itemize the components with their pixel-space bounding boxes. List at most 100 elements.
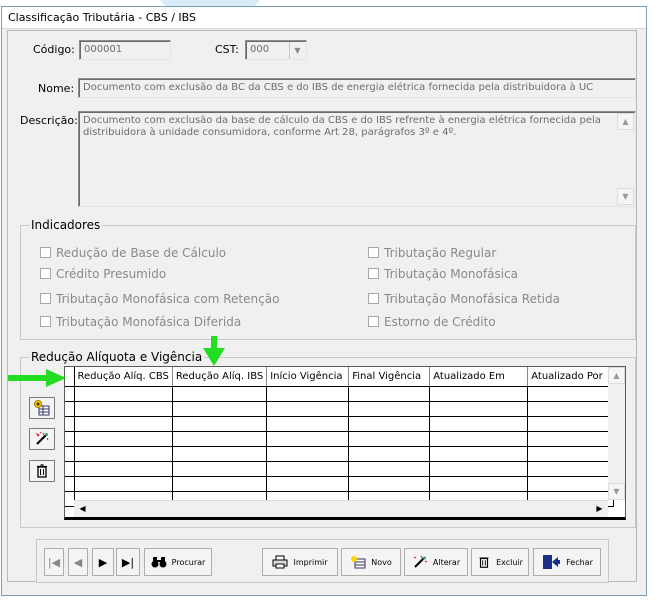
table-cell[interactable] — [527, 416, 615, 432]
table-cell[interactable] — [74, 476, 173, 492]
table-cell[interactable] — [348, 431, 431, 447]
table-cell[interactable] — [348, 416, 431, 432]
chk-monofasica-diferida[interactable]: Tributação Monofásica Diferida — [40, 315, 241, 329]
table-row[interactable] — [65, 446, 615, 462]
col-reducao-cbs[interactable]: Redução Alíq. CBS — [74, 367, 173, 387]
chevron-down-icon[interactable]: ▼ — [289, 42, 305, 59]
table-cell[interactable] — [266, 386, 350, 402]
table-cell[interactable] — [429, 386, 529, 402]
checkbox-icon[interactable] — [368, 316, 379, 327]
chk-credito-presumido[interactable]: Crédito Presumido — [40, 267, 166, 281]
table-cell[interactable] — [74, 416, 173, 432]
scroll-up-icon[interactable]: ▲ — [608, 367, 625, 384]
checkbox-icon[interactable] — [40, 293, 51, 304]
last-record-button[interactable]: ▶| — [116, 548, 140, 576]
table-cell[interactable] — [527, 386, 615, 402]
table-cell[interactable] — [172, 401, 268, 417]
checkbox-icon[interactable] — [368, 268, 379, 279]
chk-monofasica-retencao[interactable]: Tributação Monofásica com Retenção — [40, 292, 279, 306]
checkbox-icon[interactable] — [40, 268, 51, 279]
cst-select[interactable]: 000 ▼ — [245, 40, 307, 60]
first-record-button[interactable]: |◀ — [44, 548, 64, 576]
table-cell[interactable] — [74, 446, 173, 462]
scroll-up-icon[interactable]: ▲ — [617, 113, 634, 130]
table-cell[interactable] — [172, 446, 268, 462]
col-final-vigencia[interactable]: Final Vigência — [348, 367, 431, 387]
table-cell[interactable] — [74, 386, 173, 402]
table-cell[interactable] — [348, 386, 431, 402]
col-inicio-vigencia[interactable]: Início Vigência — [266, 367, 350, 387]
codigo-field[interactable]: 000001 — [79, 40, 171, 60]
checkbox-icon[interactable] — [368, 293, 379, 304]
procurar-button[interactable]: Procurar — [144, 548, 212, 576]
table-row[interactable] — [65, 401, 615, 417]
table-cell[interactable] — [172, 431, 268, 447]
table-cell[interactable] — [527, 401, 615, 417]
nome-field[interactable]: Documento com exclusão da BC da CBS e do… — [78, 78, 636, 98]
table-cell[interactable] — [429, 476, 529, 492]
chk-tributacao-monofasica[interactable]: Tributação Monofásica — [368, 267, 518, 281]
table-cell[interactable] — [429, 446, 529, 462]
checkbox-icon[interactable] — [40, 247, 51, 258]
table-cell[interactable] — [429, 461, 529, 477]
table-cell[interactable] — [348, 446, 431, 462]
table-row[interactable] — [65, 416, 615, 432]
chk-tributacao-regular[interactable]: Tributação Regular — [368, 246, 496, 260]
table-cell[interactable] — [348, 476, 431, 492]
col-atualizado-por[interactable]: Atualizado Por — [527, 367, 615, 387]
reducao-grid[interactable]: Redução Alíq. CBS Redução Alíq. IBS Iníc… — [64, 366, 626, 520]
chk-monofasica-retida[interactable]: Tributação Monofásica Retida — [368, 292, 560, 306]
table-cell[interactable] — [172, 386, 268, 402]
table-cell[interactable] — [429, 431, 529, 447]
table-row[interactable] — [65, 461, 615, 477]
table-cell[interactable] — [172, 461, 268, 477]
table-cell[interactable] — [172, 476, 268, 492]
table-cell[interactable] — [172, 416, 268, 432]
scroll-right-icon[interactable]: ▶ — [591, 501, 608, 517]
table-cell[interactable] — [74, 401, 173, 417]
table-row[interactable] — [65, 476, 615, 492]
descricao-scrollbar[interactable]: ▲ ▼ — [617, 113, 634, 205]
next-record-button[interactable]: ▶ — [92, 548, 114, 576]
table-cell[interactable] — [74, 461, 173, 477]
scroll-left-icon[interactable]: ◀ — [74, 501, 91, 517]
table-cell[interactable] — [266, 461, 350, 477]
edit-row-button[interactable] — [29, 428, 55, 450]
table-cell[interactable] — [266, 446, 350, 462]
fechar-label: Fechar — [566, 557, 593, 567]
novo-button[interactable]: Novo — [341, 548, 401, 576]
table-cell[interactable] — [266, 416, 350, 432]
table-row[interactable] — [65, 386, 615, 402]
col-reducao-ibs[interactable]: Redução Alíq. IBS — [172, 367, 268, 387]
table-cell[interactable] — [429, 401, 529, 417]
add-row-button[interactable] — [29, 397, 55, 419]
table-cell[interactable] — [348, 461, 431, 477]
table-cell[interactable] — [74, 431, 173, 447]
checkbox-icon[interactable] — [368, 247, 379, 258]
table-cell[interactable] — [266, 431, 350, 447]
descricao-textarea[interactable]: Documento com exclusão da base de cálcul… — [78, 111, 636, 207]
grid-vertical-scrollbar[interactable]: ▲ ▼ — [608, 367, 625, 500]
col-atualizado-em[interactable]: Atualizado Em — [429, 367, 529, 387]
table-cell[interactable] — [348, 401, 431, 417]
table-cell[interactable] — [266, 401, 350, 417]
grid-horizontal-scrollbar[interactable]: ◀ ▶ — [74, 500, 608, 517]
chk-estorno-credito[interactable]: Estorno de Crédito — [368, 315, 496, 329]
table-cell[interactable] — [527, 476, 615, 492]
table-cell[interactable] — [527, 461, 615, 477]
imprimir-button[interactable]: Imprimir — [262, 548, 338, 576]
table-cell[interactable] — [266, 476, 350, 492]
fechar-button[interactable]: Fechar — [533, 548, 601, 576]
excluir-button[interactable]: Excluir — [471, 548, 529, 576]
scroll-down-icon[interactable]: ▼ — [608, 483, 625, 500]
delete-row-button[interactable] — [29, 460, 55, 482]
checkbox-icon[interactable] — [40, 316, 51, 327]
chk-reducao-base[interactable]: Redução de Base de Cálculo — [40, 246, 226, 260]
previous-record-button[interactable]: ◀ — [68, 548, 88, 576]
alterar-button[interactable]: Alterar — [404, 548, 468, 576]
scroll-down-icon[interactable]: ▼ — [617, 188, 634, 205]
table-cell[interactable] — [429, 416, 529, 432]
table-cell[interactable] — [527, 431, 615, 447]
table-cell[interactable] — [527, 446, 615, 462]
table-row[interactable] — [65, 431, 615, 447]
